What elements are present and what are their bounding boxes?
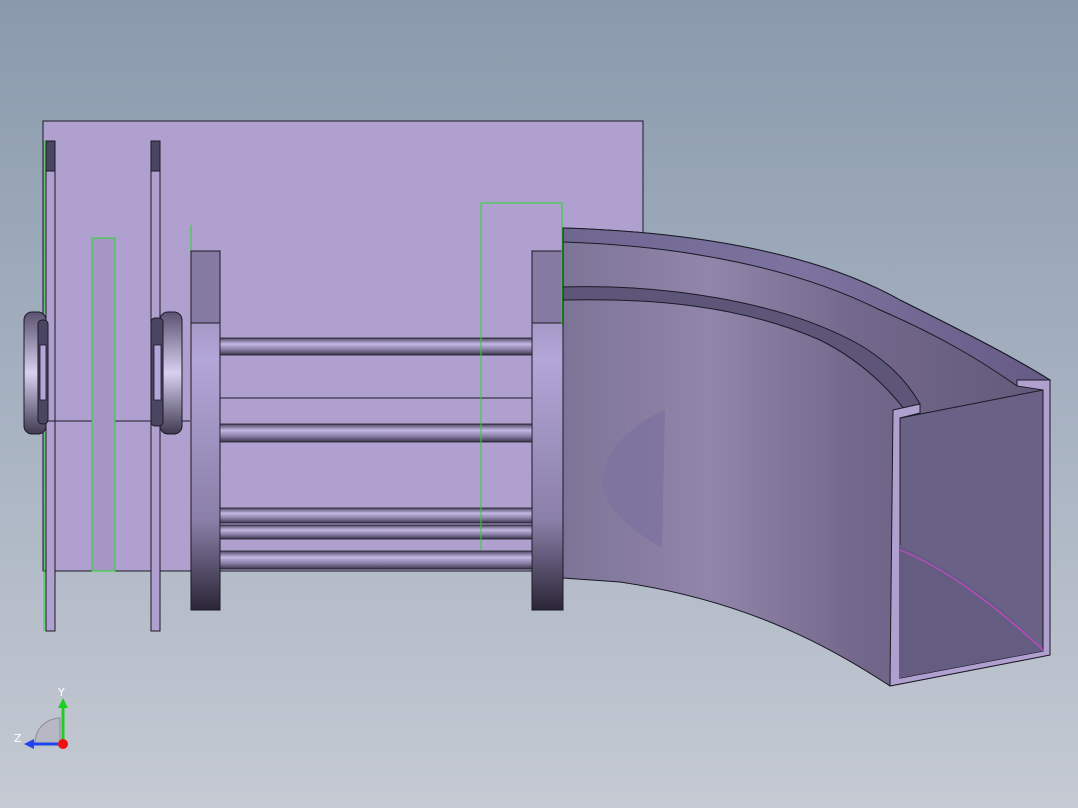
- z-axis-arrow: [24, 739, 34, 749]
- right-flange-top: [531, 250, 564, 324]
- bearing-right: [150, 311, 183, 435]
- sketch-slot: [91, 237, 116, 572]
- left-plate-1-top-block: [45, 140, 56, 172]
- bearing-left: [23, 311, 49, 435]
- left-plate-2-top-block: [150, 140, 161, 172]
- origin-dot: [58, 739, 68, 749]
- z-axis-label: Z: [14, 732, 22, 745]
- y-axis-label: Y: [57, 686, 65, 699]
- y-axis-arrow: [58, 698, 68, 708]
- left-flange-top: [190, 250, 221, 324]
- axis-triad: Y Z: [14, 686, 68, 749]
- 3d-viewport[interactable]: Y Z: [0, 0, 1078, 808]
- cad-model[interactable]: [0, 0, 1078, 808]
- triad-arc: [34, 717, 61, 745]
- curved-duct: [562, 227, 1052, 687]
